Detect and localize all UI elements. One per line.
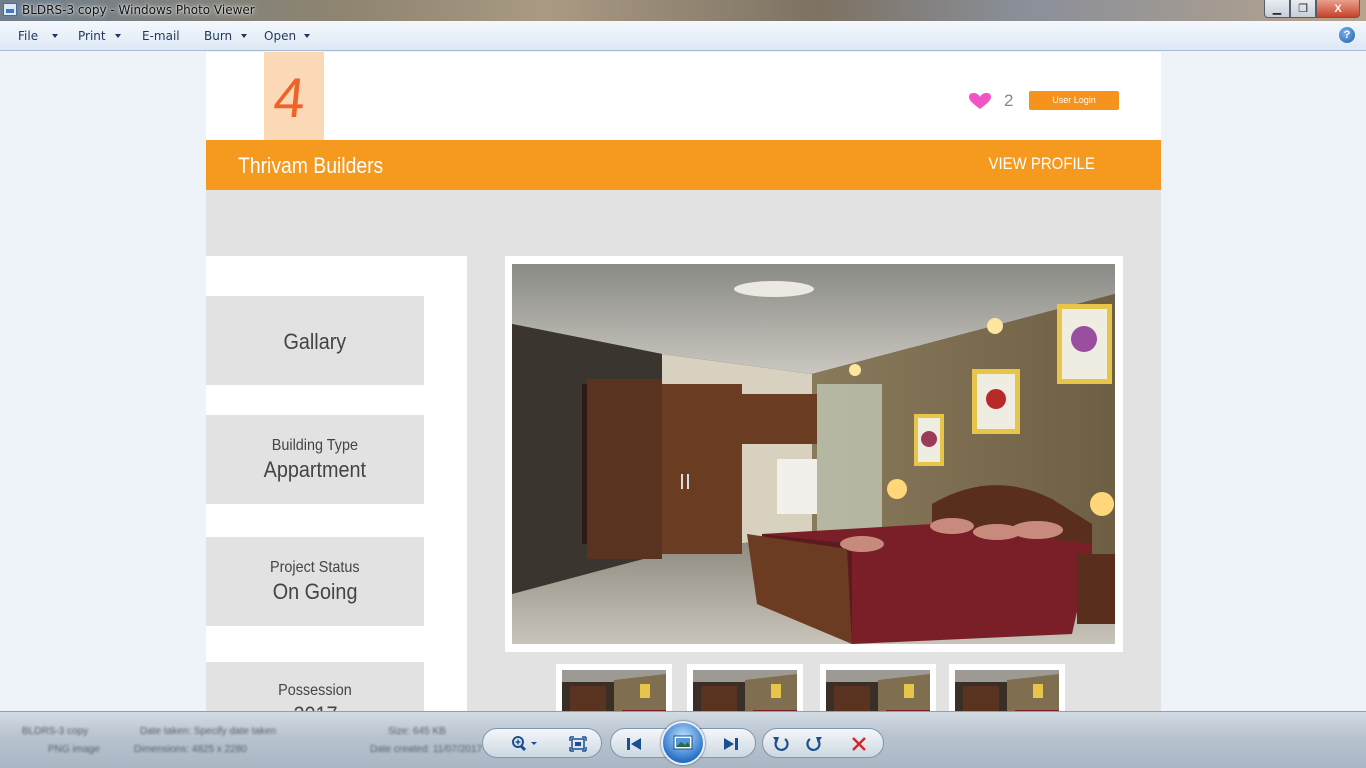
previous-icon[interactable]	[623, 734, 645, 754]
thumbnail-2-image	[693, 670, 797, 712]
project-status-value: On Going	[272, 578, 358, 604]
maximize-button[interactable]: ❐	[1290, 0, 1316, 18]
thumbnail-3	[820, 664, 936, 712]
gallery-label: Gallary	[283, 328, 347, 354]
window-controls: ▁ ❐ X	[1264, 0, 1360, 18]
open-dropdown-icon[interactable]	[304, 34, 310, 38]
status-filename: BLDRS-3 copy	[22, 726, 89, 737]
info-sidebar: Gallary Building Type Appartment Project…	[206, 256, 467, 712]
status-date-taken: Date taken: Specify date taken	[140, 726, 277, 737]
main-photo-frame	[505, 256, 1123, 652]
builder-banner: Thrivam Builders VIEW PROFILE	[206, 140, 1161, 190]
menu-print[interactable]: Print	[78, 29, 106, 43]
gallery-card: Gallary	[206, 296, 424, 385]
bedroom-render-photo	[512, 264, 1115, 644]
building-type-value: Appartment	[263, 456, 367, 482]
menu-open[interactable]: Open	[264, 29, 296, 43]
building-type-label: Building Type	[271, 436, 359, 454]
rotate-left-icon[interactable]	[770, 734, 792, 754]
view-profile-link: VIEW PROFILE	[988, 154, 1095, 173]
file-dropdown-icon[interactable]	[52, 34, 58, 38]
zoom-icon[interactable]	[508, 734, 540, 754]
photo-viewer-app-icon	[3, 3, 17, 16]
project-status-card: Project Status On Going	[206, 537, 424, 626]
window-title: BLDRS-3 copy - Windows Photo Viewer	[22, 3, 255, 17]
thumbnail-4-image	[955, 670, 1059, 712]
delete-icon[interactable]	[848, 734, 870, 754]
site-header: 4 2 User Login	[206, 52, 1161, 140]
status-date-created: Date created: 11/07/2017	[370, 744, 483, 755]
minimize-button[interactable]: ▁	[1264, 0, 1290, 18]
menu-file[interactable]: File	[18, 29, 38, 43]
next-icon[interactable]	[720, 734, 742, 754]
thumbnail-4	[949, 664, 1065, 712]
status-dimensions: Dimensions: 4825 x 2280	[134, 744, 247, 755]
logo-glyph: 4	[270, 66, 309, 129]
user-login-button: User Login	[1029, 91, 1119, 110]
project-status-label: Project Status	[270, 558, 360, 576]
close-button[interactable]: X	[1316, 0, 1360, 18]
rotate-right-icon[interactable]	[803, 734, 825, 754]
thumbnail-2	[687, 664, 803, 712]
slideshow-button[interactable]	[661, 721, 705, 765]
like-count: 2	[1004, 91, 1014, 110]
title-bar: BLDRS-3 copy - Windows Photo Viewer ▁ ❐ …	[0, 0, 1366, 21]
builder-name: Thrivam Builders	[238, 153, 384, 178]
menu-bar: File Print E-mail Burn Open ?	[0, 21, 1366, 51]
bedroom-illustration	[512, 264, 1115, 644]
print-dropdown-icon[interactable]	[115, 34, 121, 38]
status-size: Size: 645 KB	[388, 726, 446, 737]
thumbnail-3-image	[826, 670, 930, 712]
slideshow-icon	[673, 735, 693, 750]
status-type: PNG image	[48, 744, 100, 755]
burn-dropdown-icon[interactable]	[241, 34, 247, 38]
fit-window-icon[interactable]	[567, 734, 589, 754]
menu-email[interactable]: E-mail	[142, 29, 180, 43]
displayed-webpage-mockup: 4 2 User Login Thrivam Builders VIEW PRO…	[206, 52, 1161, 712]
thumbnail-1-image	[562, 670, 666, 712]
possession-label: Possession	[278, 682, 352, 699]
heart-icon	[969, 93, 991, 109]
thumbnail-1	[556, 664, 672, 712]
possession-card: Possession 2017	[206, 662, 424, 712]
menu-burn[interactable]: Burn	[204, 29, 232, 43]
site-logo: 4	[264, 52, 324, 140]
help-icon[interactable]: ?	[1339, 27, 1355, 43]
building-type-card: Building Type Appartment	[206, 415, 424, 504]
image-viewer-canvas[interactable]: 4 2 User Login Thrivam Builders VIEW PRO…	[0, 52, 1366, 712]
